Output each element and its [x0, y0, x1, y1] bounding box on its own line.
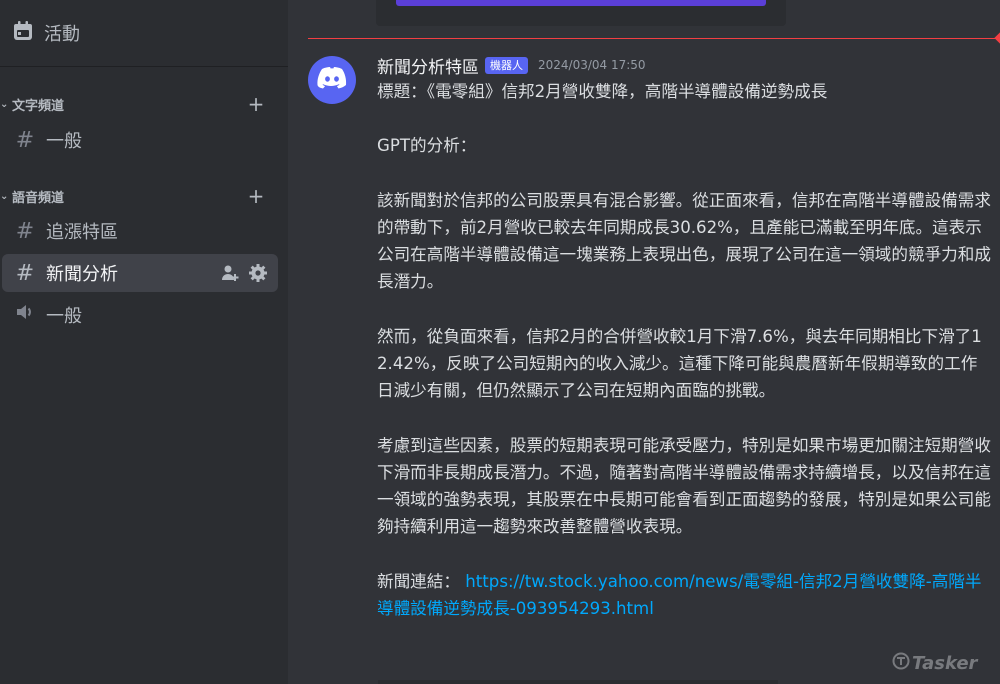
message-body: 標題：《電零組》信邦2月營收雙降，高階半導體設備逆勢成長 GPT的分析： 該新聞…	[377, 78, 992, 622]
sidebar-item-general-voice[interactable]: 一般	[2, 296, 278, 334]
category-text-channels[interactable]: ⌄ 文字頻道	[0, 94, 64, 114]
message-timestamp: 2024/03/04 17:50	[538, 58, 646, 72]
channel-label: 新聞分析	[46, 264, 118, 285]
new-marker-cap	[994, 32, 1000, 44]
chevron-down-icon: ⌄	[0, 190, 9, 202]
category-label: 文字頻道	[12, 98, 65, 114]
message-title: 標題：《電零組》信邦2月營收雙降，高階半導體設備逆勢成長	[377, 82, 828, 101]
bot-badge: 機器人	[485, 56, 528, 74]
sidebar-item-chase-zone[interactable]: # 追漲特區	[2, 212, 278, 250]
events-label: 活動	[44, 24, 80, 45]
message: 新聞分析特區 機器人 2024/03/04 17:50 標題：《電零組》信邦2月…	[377, 52, 992, 622]
news-link-label: 新聞連結：	[377, 571, 460, 591]
analysis-heading: GPT的分析：	[377, 136, 477, 156]
avatar[interactable]	[308, 56, 356, 104]
analysis-paragraph: 該新聞對於信邦的公司股票具有混合影響。從正面來看，信邦在高階半導體設備需求的帶動…	[377, 190, 991, 292]
hash-icon: #	[15, 127, 35, 153]
analysis-paragraph: 考慮到這些因素，股票的短期表現可能承受壓力，特別是如果市場更加關注短期營收下滑而…	[377, 435, 991, 537]
speaker-icon	[12, 301, 38, 329]
channel-label: 一般	[46, 131, 82, 152]
channel-label: 一般	[46, 306, 82, 327]
sidebar-divider	[0, 66, 288, 67]
news-link-line: 新聞連結： https://tw.stock.yahoo.com/news/電零…	[377, 568, 992, 622]
previous-embed	[376, 0, 786, 26]
sidebar-item-general-text[interactable]: # 一般	[2, 121, 278, 159]
add-voice-channel-button[interactable]: +	[246, 186, 266, 206]
hash-icon: #	[15, 260, 35, 286]
author-name[interactable]: 新聞分析特區	[377, 53, 479, 78]
next-embed-edge	[378, 680, 778, 684]
add-text-channel-button[interactable]: +	[246, 94, 266, 114]
channel-sidebar: 活動 ⌄ 文字頻道 + # 一般 ⌄ 語音頻道 + # 追漲特區 # 新聞分析	[0, 0, 288, 684]
watermark: Tasker	[892, 652, 977, 675]
new-messages-divider	[308, 32, 1000, 44]
category-label: 語音頻道	[12, 190, 65, 206]
calendar-icon	[12, 20, 34, 47]
gear-icon[interactable]	[248, 263, 268, 288]
analysis-paragraph: 然而，從負面來看，信邦2月的合併營收較1月下滑7.6%，與去年同期相比下滑了12…	[377, 326, 982, 401]
embed-image-bar	[396, 0, 766, 6]
events-item[interactable]: 活動	[12, 18, 80, 48]
invite-member-icon[interactable]	[220, 263, 240, 288]
discord-logo-icon	[317, 66, 347, 94]
news-link[interactable]: https://tw.stock.yahoo.com/news/電零組-信邦2月…	[377, 572, 981, 618]
chat-area: 新聞分析特區 機器人 2024/03/04 17:50 標題：《電零組》信邦2月…	[288, 0, 1000, 684]
sidebar-item-news-analysis[interactable]: # 新聞分析	[2, 254, 278, 292]
watermark-text: Tasker	[912, 653, 978, 674]
chevron-down-icon: ⌄	[0, 98, 9, 110]
hash-icon: #	[15, 218, 35, 244]
message-header: 新聞分析特區 機器人 2024/03/04 17:50	[377, 52, 992, 78]
category-voice-channels[interactable]: ⌄ 語音頻道	[0, 186, 64, 206]
channel-label: 追漲特區	[46, 222, 118, 243]
tasker-logo-icon	[892, 652, 910, 675]
